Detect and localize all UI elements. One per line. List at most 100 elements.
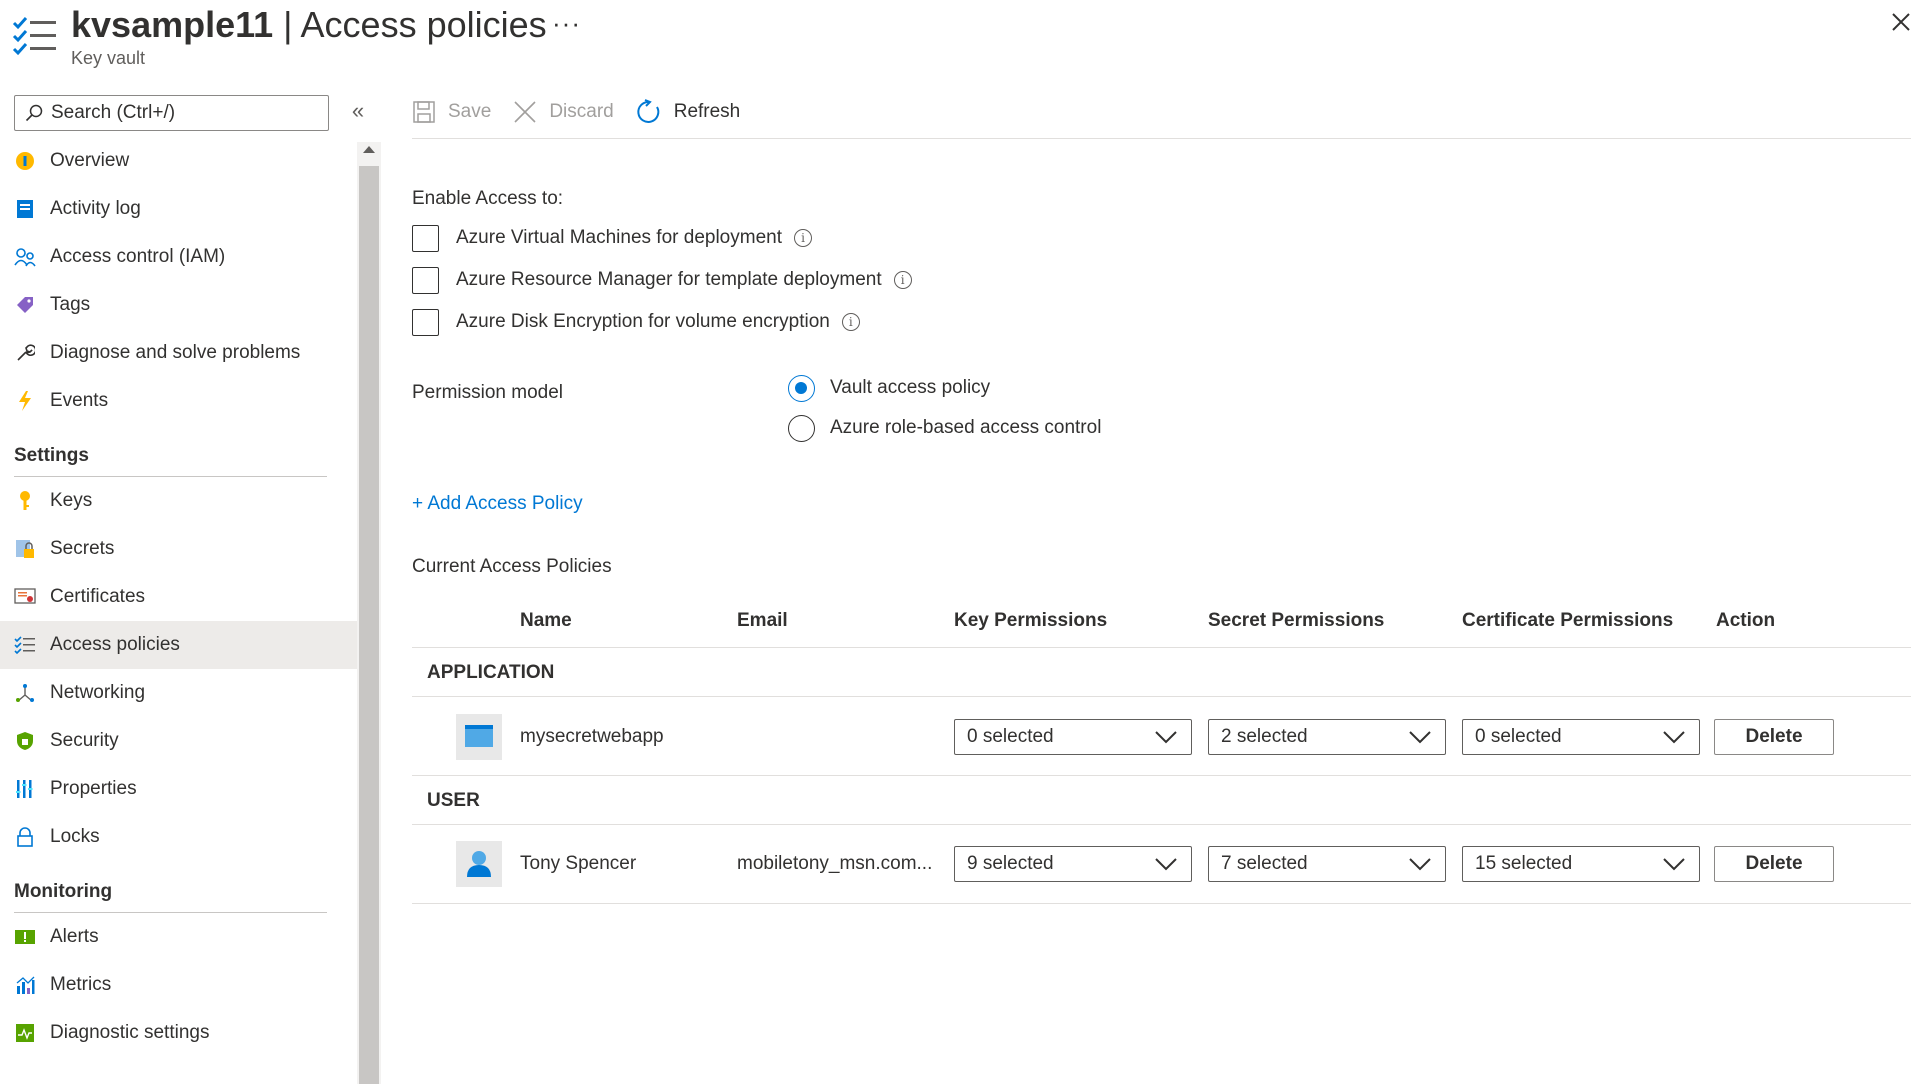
sidebar-item-security[interactable]: Security [0,717,357,765]
scrollbar-thumb[interactable] [359,166,379,1084]
page-title: kvsample11 | Access policies [71,4,547,46]
sidebar-item-alerts[interactable]: Alerts [0,913,357,961]
sidebar-item-activity-log[interactable]: Activity log [0,185,357,233]
sidebar-item-label: Access policies [50,634,180,655]
sidebar-item-label: Properties [50,778,137,799]
wrench-icon [14,342,36,364]
key-permissions-dropdown[interactable]: 0 selected [954,719,1192,755]
sidebar-item-label: Metrics [50,974,112,995]
enable-access-label: Enable Access to: [412,188,564,209]
disk-encryption-checkbox[interactable] [412,308,439,336]
sidebar-item-access-policies[interactable]: Access policies [0,621,357,669]
vm-deployment-checkbox[interactable] [412,224,439,252]
secret-permissions-dropdown[interactable]: 7 selected [1208,846,1446,882]
key-icon [14,490,36,512]
collapse-sidebar-button[interactable]: « [348,98,368,124]
sidebar-item-iam[interactable]: Access control (IAM) [0,233,357,281]
column-header-certificate-permissions[interactable]: Certificate Permissions [1462,610,1673,632]
sidebar-item-label: Secrets [50,538,115,559]
search-input[interactable] [51,102,311,124]
refresh-button[interactable]: Refresh [636,99,740,125]
command-bar-divider [412,138,1911,139]
delete-button[interactable]: Delete [1714,846,1834,882]
lock-icon [14,826,36,848]
key-permissions-dropdown[interactable]: 9 selected [954,846,1192,882]
sidebar-item-overview[interactable]: Overview [0,137,357,185]
column-header-secret-permissions[interactable]: Secret Permissions [1208,610,1384,632]
activity-log-icon [14,198,36,220]
tag-icon [14,294,36,316]
sidebar-item-metrics[interactable]: Metrics [0,961,357,1009]
chevron-down-icon [1409,858,1431,871]
table-divider [412,775,1911,776]
arm-deployment-label: Azure Resource Manager for template depl… [456,269,882,290]
info-icon[interactable]: i [793,229,812,247]
column-header-action: Action [1716,610,1776,631]
disk-encryption-label: Azure Disk Encryption for volume encrypt… [456,311,830,332]
sidebar-section-monitoring: Monitoring [0,861,357,913]
discard-icon [514,101,536,123]
sidebar-item-label: Security [50,730,119,751]
current-access-policies-label: Current Access Policies [412,556,612,577]
info-icon[interactable]: i [893,271,912,289]
sidebar-item-label: Diagnose and solve problems [50,342,301,363]
vm-deployment-checkbox-row[interactable]: Azure Virtual Machines for deployment i [412,223,812,253]
sidebar-item-certificates[interactable]: Certificates [0,573,357,621]
vault-access-policy-label: Vault access policy [830,377,991,398]
page-header: kvsample11 | Access policies Key vault ·… [0,0,1911,80]
search-icon [25,104,43,122]
sidebar-item-diagnostic-settings[interactable]: Diagnostic settings [0,1009,357,1057]
table-divider [412,824,1911,825]
sidebar-item-networking[interactable]: Networking [0,669,357,717]
sidebar-item-diagnose[interactable]: Diagnose and solve problems [0,329,357,377]
dropdown-value: 9 selected [967,853,1054,874]
certificate-permissions-dropdown[interactable]: 0 selected [1462,719,1700,755]
vault-access-policy-option[interactable]: Vault access policy [788,373,990,403]
dropdown-value: 2 selected [1221,726,1308,747]
arm-deployment-checkbox-row[interactable]: Azure Resource Manager for template depl… [412,265,912,295]
rbac-radio[interactable] [788,414,815,442]
sidebar-nav: Overview Activity log Access control (IA… [0,137,357,1057]
overview-icon [14,150,36,172]
column-header-email[interactable]: Email [737,610,788,632]
arm-deployment-checkbox[interactable] [412,266,439,294]
scroll-up-arrow-icon[interactable] [363,146,375,153]
access-policies-icon [12,17,56,56]
certificate-permissions-dropdown[interactable]: 15 selected [1462,846,1700,882]
info-icon[interactable]: i [841,313,860,331]
sidebar-scrollbar[interactable] [357,142,381,1084]
sidebar-item-secrets[interactable]: Secrets [0,525,357,573]
save-button[interactable]: Save [412,100,491,124]
secret-permissions-dropdown[interactable]: 2 selected [1208,719,1446,755]
delete-button[interactable]: Delete [1714,719,1834,755]
dropdown-value: 0 selected [1475,726,1562,747]
sidebar-item-events[interactable]: Events [0,377,357,425]
sidebar-item-label: Access control (IAM) [50,246,226,267]
group-header-application: APPLICATION [427,662,555,683]
sidebar-item-properties[interactable]: Properties [0,765,357,813]
user-icon [456,841,502,887]
add-access-policy-link[interactable]: + Add Access Policy [412,493,583,515]
lightning-icon [14,390,36,412]
column-header-key-permissions[interactable]: Key Permissions [954,610,1107,632]
sidebar-item-locks[interactable]: Locks [0,813,357,861]
policy-email: mobiletony_msn.com... [737,853,933,874]
sidebar-item-keys[interactable]: Keys [0,477,357,525]
column-header-name[interactable]: Name [520,610,572,632]
disk-encryption-checkbox-row[interactable]: Azure Disk Encryption for volume encrypt… [412,307,860,337]
dropdown-value: 7 selected [1221,853,1308,874]
discard-button[interactable]: Discard [513,100,614,124]
vault-access-policy-radio[interactable] [788,374,815,402]
search-input-box[interactable] [14,95,329,131]
rbac-option[interactable]: Azure role-based access control [788,413,1101,443]
group-header-user: USER [427,790,480,811]
table-divider [412,647,1911,648]
discard-label: Discard [549,101,614,122]
sidebar-item-tags[interactable]: Tags [0,281,357,329]
close-icon[interactable] [1890,6,1911,36]
more-options-button[interactable]: ··· [552,8,581,39]
shield-icon [14,730,36,752]
chevron-down-icon [1409,731,1431,744]
sidebar-item-label: Diagnostic settings [50,1022,210,1043]
alert-icon [14,926,36,948]
